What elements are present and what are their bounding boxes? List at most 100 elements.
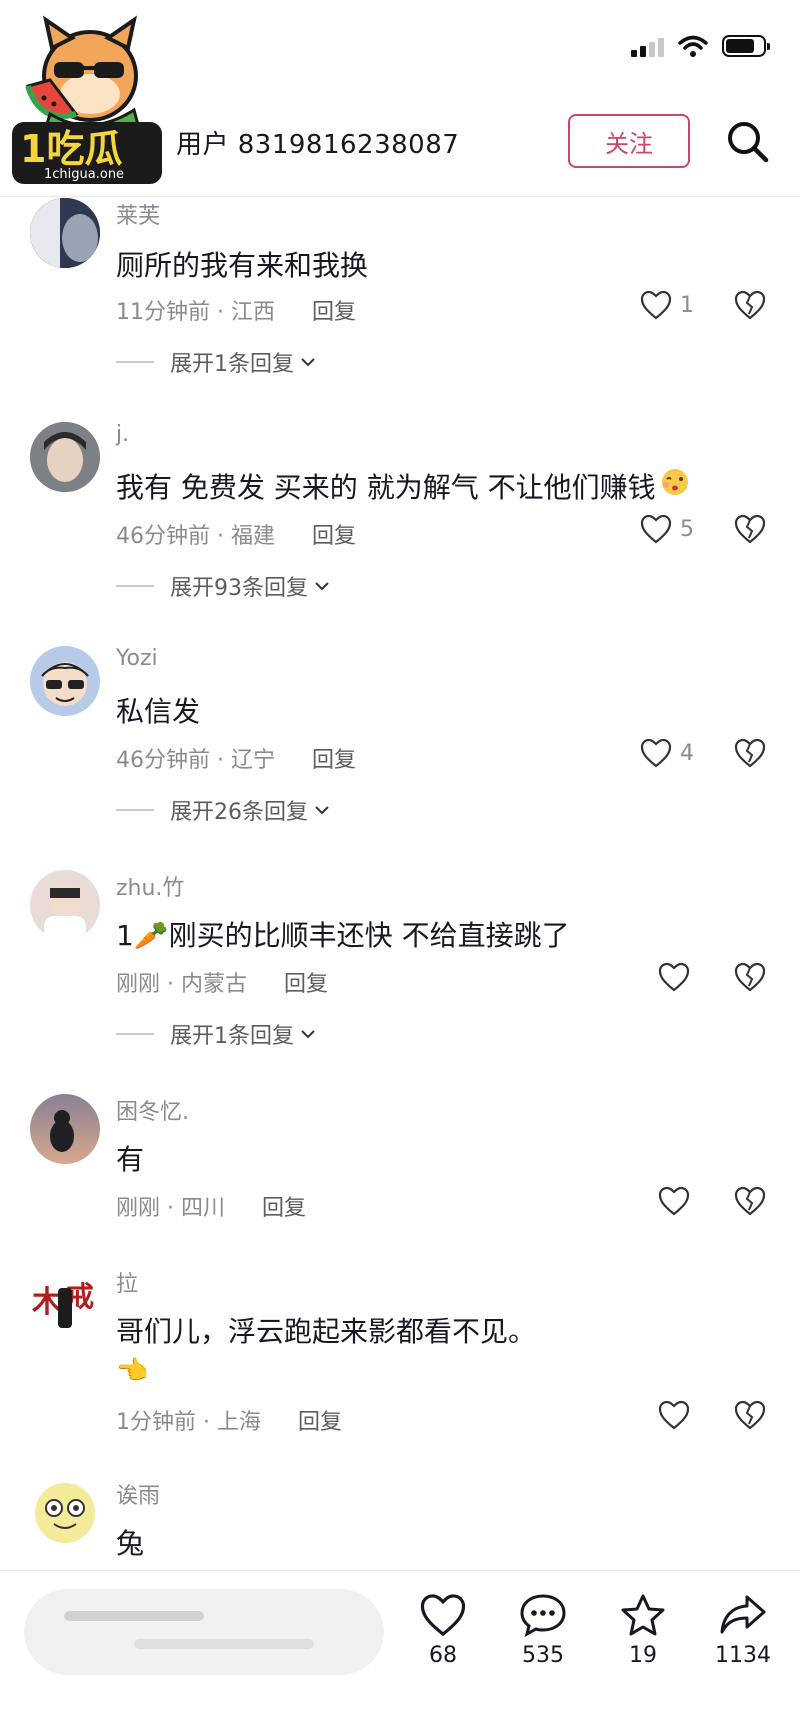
heart-icon xyxy=(640,290,672,320)
star-icon xyxy=(621,1594,665,1636)
reply-button[interactable]: 回复 xyxy=(284,972,328,997)
broken-heart-icon[interactable] xyxy=(734,290,766,320)
reply-button[interactable]: 回复 xyxy=(312,748,356,773)
avatar[interactable]: 木戒 xyxy=(30,1266,100,1336)
comment-icon xyxy=(520,1594,566,1637)
chevron-down-icon xyxy=(301,1030,315,1039)
reply-button[interactable]: 回复 xyxy=(312,300,356,325)
reply-button[interactable]: 回复 xyxy=(262,1196,306,1221)
comment-meta: 11分钟前 · 江西 回复 xyxy=(116,294,356,326)
emoji-icon xyxy=(658,467,692,504)
comment-time-location: 11分钟前 · 江西 xyxy=(116,300,275,325)
chevron-down-icon xyxy=(301,358,315,367)
heart-icon xyxy=(658,962,690,992)
follow-button[interactable]: 关注 xyxy=(568,114,690,168)
comment-time-location: 刚刚 · 四川 xyxy=(116,1196,225,1221)
like-button[interactable]: 1 xyxy=(640,290,694,320)
comment-input[interactable] xyxy=(24,1589,384,1675)
broken-heart-icon[interactable] xyxy=(734,738,766,768)
reply-button[interactable]: 回复 xyxy=(298,1410,342,1435)
bottom-action-bar: 68 535 19 1134 xyxy=(0,1570,800,1732)
comment-time-location: 46分钟前 · 福建 xyxy=(116,524,275,549)
comment-author[interactable]: j. xyxy=(116,422,129,447)
like-action[interactable]: 68 xyxy=(398,1593,488,1668)
comment-time-location: 刚刚 · 内蒙古 xyxy=(116,972,247,997)
comment-meta: 46分钟前 · 辽宁 回复 xyxy=(116,742,356,774)
logo-text: 1吃瓜 xyxy=(20,127,122,171)
comment-meta: 1分钟前 · 上海 回复 xyxy=(116,1404,342,1436)
blurred-placeholder xyxy=(64,1611,204,1621)
broken-heart-icon[interactable] xyxy=(734,962,766,992)
like-count: 4 xyxy=(680,740,694,766)
expand-replies-button[interactable]: 展开26条回复 xyxy=(116,794,330,826)
like-count: 5 xyxy=(680,516,694,542)
heart-icon xyxy=(658,1186,690,1216)
avatar[interactable] xyxy=(30,422,100,492)
comment-action[interactable]: 535 xyxy=(498,1593,588,1668)
comment-time-location: 1分钟前 · 上海 xyxy=(116,1410,261,1435)
wifi-icon xyxy=(678,35,708,57)
like-button[interactable] xyxy=(658,962,690,992)
broken-heart-icon[interactable] xyxy=(734,1400,766,1430)
like-count: 68 xyxy=(429,1643,457,1668)
avatar[interactable] xyxy=(30,1094,100,1164)
divider xyxy=(116,809,154,811)
comment-meta: 刚刚 · 内蒙古 回复 xyxy=(116,966,328,998)
reply-button[interactable]: 回复 xyxy=(312,524,356,549)
comment-author[interactable]: 拉 xyxy=(116,1266,138,1298)
broken-heart-icon[interactable] xyxy=(734,514,766,544)
comment-text: 哥们儿，浮云跑起来影都看不见。 xyxy=(116,1315,537,1348)
avatar[interactable] xyxy=(30,646,100,716)
comment-author[interactable]: 诶雨 xyxy=(116,1478,160,1510)
divider xyxy=(116,585,154,587)
heart-icon xyxy=(420,1594,466,1637)
comment-text-emoji: 👈 xyxy=(116,1356,149,1386)
expand-replies-button[interactable]: 展开93条回复 xyxy=(116,570,330,602)
comment-text: 兔 xyxy=(116,1527,145,1560)
share-action[interactable]: 1134 xyxy=(698,1593,788,1668)
comment-meta: 46分钟前 · 福建 回复 xyxy=(116,518,356,550)
comment-text-content: 我有 免费发 买来的 就为解气 不让他们赚钱 xyxy=(116,471,656,504)
share-icon xyxy=(720,1595,766,1634)
comment-text: 我有 免费发 买来的 就为解气 不让他们赚钱 xyxy=(116,466,692,506)
comment-author[interactable]: Yozi xyxy=(116,646,158,671)
favorite-action[interactable]: 19 xyxy=(598,1593,688,1668)
expand-replies-label: 展开26条回复 xyxy=(170,800,308,825)
svg-text:木: 木 xyxy=(31,1285,62,1320)
top-header: 1吃瓜 1chigua.one 用户 8319816238087 关注 xyxy=(0,0,800,197)
expand-replies-label: 展开1条回复 xyxy=(170,1024,294,1049)
comment-text: 有 xyxy=(116,1143,145,1176)
like-button[interactable]: 5 xyxy=(640,514,694,544)
battery-icon xyxy=(722,35,770,57)
search-icon[interactable] xyxy=(724,118,772,166)
expand-replies-button[interactable]: 展开1条回复 xyxy=(116,346,316,378)
expand-replies-button[interactable]: 展开1条回复 xyxy=(116,1018,316,1050)
like-count: 1 xyxy=(680,292,694,318)
username[interactable]: 用户 8319816238087 xyxy=(176,124,459,161)
avatar[interactable] xyxy=(30,1478,100,1548)
divider xyxy=(116,1033,154,1035)
heart-icon xyxy=(658,1400,690,1430)
like-button[interactable]: 4 xyxy=(640,738,694,768)
avatar[interactable] xyxy=(30,870,100,940)
like-button[interactable] xyxy=(658,1186,690,1216)
comment-author[interactable]: 困冬忆. xyxy=(116,1094,189,1126)
heart-icon xyxy=(640,514,672,544)
blurred-placeholder xyxy=(134,1639,314,1649)
heart-icon xyxy=(640,738,672,768)
comment-count: 535 xyxy=(522,1643,564,1668)
comment-author[interactable]: 莱芙 xyxy=(116,198,160,230)
comment-author[interactable]: zhu.竹 xyxy=(116,870,184,902)
like-button[interactable] xyxy=(658,1400,690,1430)
expand-replies-label: 展开93条回复 xyxy=(170,576,308,601)
chevron-down-icon xyxy=(315,582,329,591)
comment-text: 私信发 xyxy=(116,695,201,728)
comment-time-location: 46分钟前 · 辽宁 xyxy=(116,748,275,773)
status-bar xyxy=(631,34,770,58)
site-logo[interactable]: 1吃瓜 1chigua.one xyxy=(10,14,170,194)
avatar[interactable] xyxy=(30,198,100,268)
chevron-down-icon xyxy=(315,806,329,815)
share-count: 1134 xyxy=(715,1643,771,1668)
broken-heart-icon[interactable] xyxy=(734,1186,766,1216)
favorite-count: 19 xyxy=(629,1643,657,1668)
